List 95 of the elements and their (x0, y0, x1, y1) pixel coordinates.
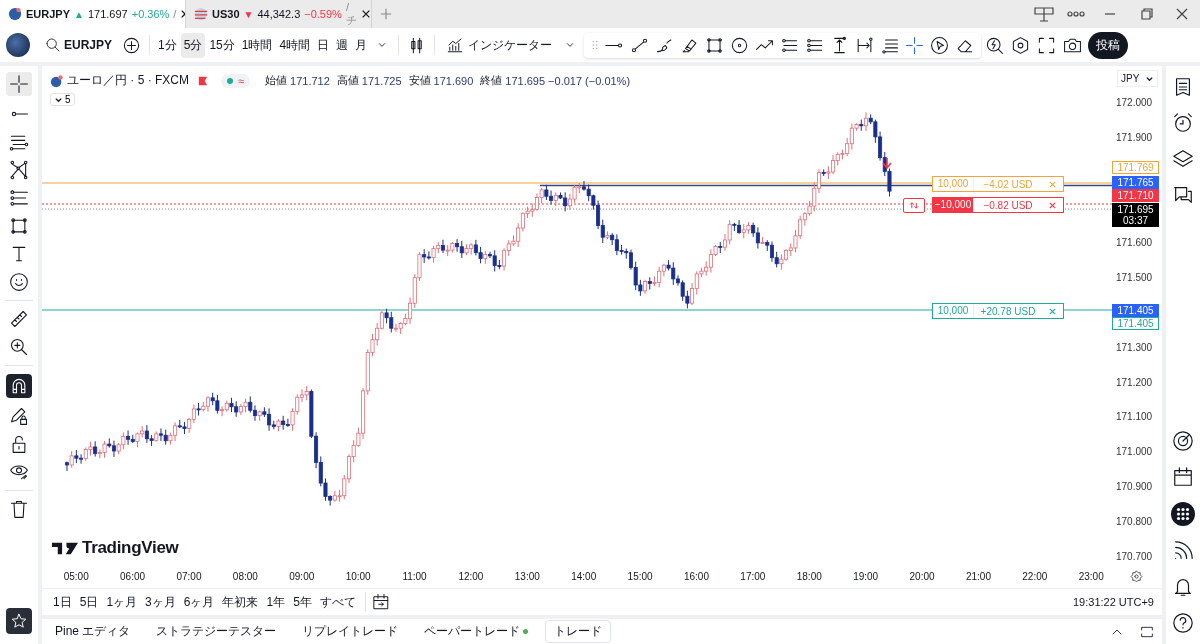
range-button[interactable]: 1年 (263, 591, 289, 613)
price-tick: 171.900 (1116, 131, 1153, 145)
ohlc-value: 171.712 (290, 74, 330, 87)
price-tick: 171.300 (1116, 341, 1153, 355)
browser-tab[interactable]: EURJPY ▲ 171.697 +0.36% / (0, 0, 186, 28)
time-tick: 09:00 (288, 570, 316, 582)
order-quantity: 10,000 (933, 304, 974, 318)
indicators-button[interactable]: インジケーター (440, 35, 559, 55)
time-tick: 06:00 (119, 570, 147, 582)
interval-button[interactable]: 5分 (180, 32, 206, 58)
time-tick: 10:00 (344, 570, 372, 582)
panel-tab[interactable]: ストラテジーテスター (147, 620, 286, 643)
time-tick: 18:00 (795, 570, 823, 582)
time-tick: 16:00 (682, 570, 710, 582)
interval-button[interactable]: 週 (333, 32, 352, 58)
marker-price: 171.405 (1116, 318, 1155, 329)
ohlc-value: 171.690 (433, 74, 474, 87)
price-tick: 170.800 (1116, 515, 1153, 529)
ohlc-label: 安値 (408, 73, 431, 88)
range-button[interactable]: 5年 (290, 591, 315, 613)
price-tick: 171.600 (1116, 236, 1153, 250)
range-button[interactable]: 6ヶ月 (180, 591, 218, 613)
trend-arrow: ▲ (74, 8, 84, 20)
time-tick: 12:00 (457, 570, 485, 582)
market-status-pill[interactable]: ≈ (221, 73, 251, 88)
range-button[interactable]: 1日 (50, 591, 75, 613)
price-tick: 172.000 (1116, 96, 1153, 110)
range-button[interactable]: 1ヶ月 (103, 591, 141, 613)
panel-tab[interactable]: トレード (545, 620, 612, 643)
time-tick: 14:00 (570, 570, 598, 582)
time-tick: 21:00 (964, 570, 992, 582)
interval-button[interactable]: 月 (352, 32, 371, 58)
panel-tab[interactable]: リプレイトレード (293, 620, 408, 643)
price-change: −0.017 (−0.01%) (548, 74, 631, 87)
price-tick: 170.700 (1116, 550, 1153, 564)
order-pnl: −0.82 USD (982, 199, 1034, 211)
time-tick: 05:00 (62, 570, 90, 582)
interval-button[interactable]: 4時間 (276, 32, 314, 58)
tab-symbol: EURJPY (26, 8, 71, 20)
marker-price: 171.405 (1116, 305, 1155, 316)
price-tick: 171.500 (1116, 271, 1153, 285)
marker-price: 171.769 (1116, 162, 1155, 173)
time-tick: 23:00 (1077, 570, 1105, 582)
price-tick: 170.900 (1116, 480, 1153, 494)
price-tick: 171.200 (1116, 376, 1153, 390)
marker-price: 171.695 (1116, 204, 1155, 215)
price-tick: 171.000 (1116, 445, 1153, 459)
tab-price: 44,342.3 (257, 8, 301, 20)
trend-arrow: ▼ (243, 8, 254, 20)
order-quantity: −10,000 (933, 198, 974, 212)
tab-title-tail: / (173, 8, 177, 20)
time-tick: 20:00 (908, 570, 936, 582)
time-tick: 11:00 (401, 570, 428, 582)
tab-price: 171.697 (87, 8, 128, 20)
price-tick: 171.100 (1116, 410, 1153, 424)
tab-symbol: US30 (212, 8, 240, 20)
order-label[interactable]: −10,000 −0.82 USD (932, 197, 1064, 213)
collapse-indicators-button[interactable]: 5 (50, 93, 75, 106)
symbol-search-button[interactable]: EURJPY (39, 37, 119, 53)
range-button[interactable]: 年初来 (219, 591, 262, 613)
range-button[interactable]: すべて (316, 591, 359, 613)
ohlc-value: 171.725 (361, 74, 402, 87)
tab-title-tail: / チ (345, 0, 357, 28)
order-pnl: +20.78 USD (979, 305, 1037, 317)
interval-button[interactable]: 1分 (155, 32, 180, 58)
time-tick: 07:00 (175, 570, 203, 582)
range-button[interactable]: 3ヶ月 (142, 591, 179, 613)
range-button[interactable]: 5日 (76, 591, 102, 613)
ohlc-value: 171.695 (505, 74, 546, 87)
panel-tab[interactable]: ペーパートレード (415, 620, 538, 643)
symbol-title: ユーロ／円 · 5 · FXCM (67, 72, 189, 89)
interval-button[interactable]: 日 (314, 32, 333, 58)
time-tick: 22:00 (1021, 570, 1049, 582)
time-tick: 17:00 (739, 570, 767, 582)
watermark-logo-text: TradingView (82, 538, 179, 558)
interval-button[interactable]: 15分 (206, 32, 238, 58)
ohlc-label: 始値 (265, 73, 288, 88)
ohlc-label: 終値 (480, 73, 503, 88)
tab-change: +0.36% (131, 8, 170, 20)
time-tick: 15:00 (626, 570, 654, 582)
panel-tab[interactable]: Pine エディタ (46, 620, 140, 643)
clock[interactable]: 19:31:22 UTC+9 (1072, 596, 1154, 608)
time-tick: 19:00 (852, 570, 880, 582)
currency-dropdown[interactable]: JPY (1117, 70, 1159, 87)
bar-countdown: 03:37 (1122, 215, 1149, 226)
ohlc-label: 高値 (336, 73, 359, 88)
interval-button[interactable]: 1時間 (238, 32, 276, 58)
order-pnl: −4.02 USD (982, 178, 1034, 190)
time-tick: 08:00 (231, 570, 259, 582)
marker-price: 171.765 (1116, 177, 1155, 188)
order-quantity: 10,000 (933, 177, 974, 191)
tab-change: −0.59% (304, 8, 342, 20)
publish-button[interactable]: 投稿 (1088, 31, 1129, 59)
time-tick: 13:00 (513, 570, 541, 582)
marker-price: 171.710 (1116, 190, 1155, 201)
